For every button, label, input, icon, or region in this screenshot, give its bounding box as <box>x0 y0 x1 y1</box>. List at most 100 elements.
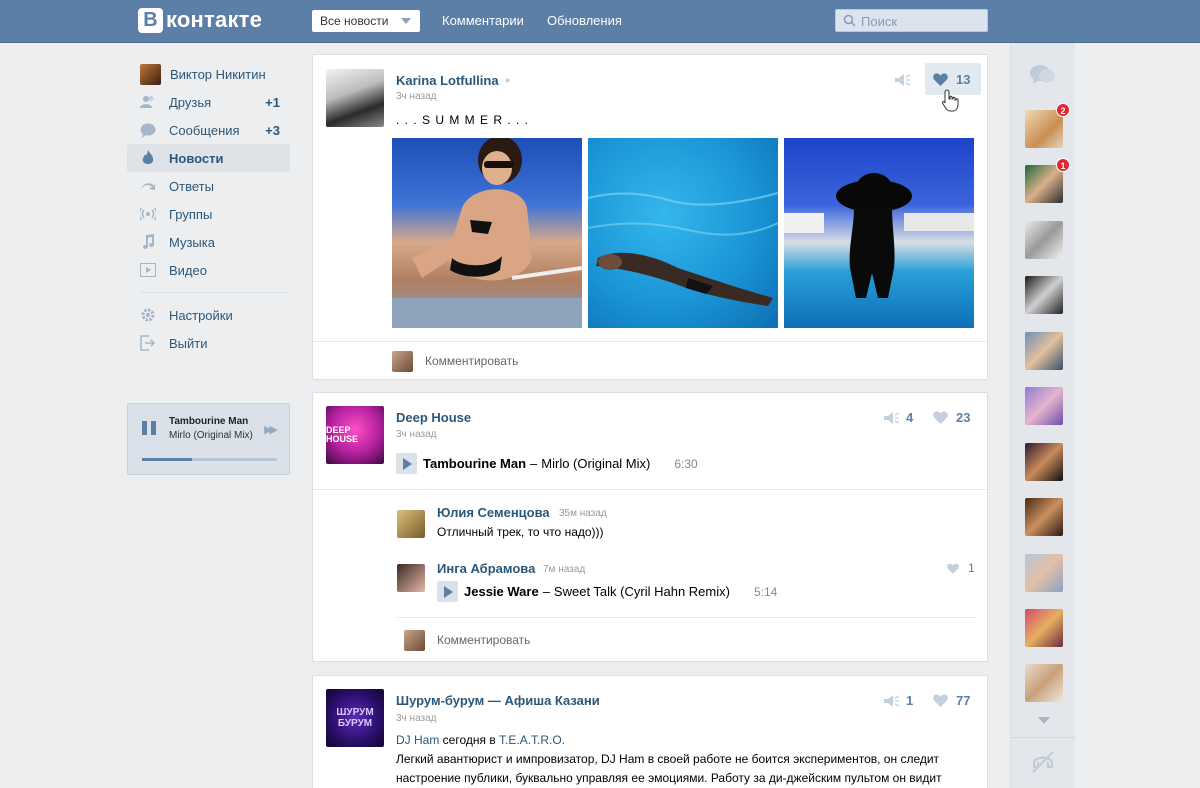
post-text: . . . S U M M E R . . . <box>396 113 530 127</box>
repost-button[interactable]: 1 <box>884 693 913 708</box>
comment-link[interactable]: Комментировать <box>437 633 530 647</box>
track-title: Sweet Talk (Cyril Hahn Remix) <box>553 584 730 599</box>
sidebar-item-label: Новости <box>169 150 224 166</box>
post-author-avatar[interactable] <box>326 69 384 127</box>
unread-badge: 2 <box>1056 103 1070 117</box>
post-text-line-3: настроение публики, буквально управляя е… <box>396 771 942 785</box>
sidebar-item-news[interactable]: Новости <box>127 144 290 172</box>
track-title: Mirlo (Original Mix) <box>541 456 651 471</box>
comment-author[interactable]: Инга Абрамова <box>437 561 535 576</box>
chat-contact-avatar[interactable] <box>1025 276 1063 314</box>
comment-like-count: 1 <box>968 561 975 575</box>
chat-contact-avatar[interactable] <box>1025 498 1063 536</box>
sidebar-item-video[interactable]: Видео <box>127 256 290 284</box>
heart-icon <box>933 411 948 424</box>
post-author-avatar[interactable]: DEEP HOUSE <box>326 406 384 464</box>
comment-like-button[interactable]: 1 <box>947 561 975 575</box>
like-count: 13 <box>956 72 971 87</box>
post-author-name[interactable]: Karina Lotfullina <box>396 73 499 88</box>
news-filter-select[interactable]: Все новости <box>312 10 420 32</box>
chat-contact-avatar[interactable] <box>1025 664 1063 702</box>
like-button[interactable]: 77 <box>933 693 970 708</box>
track-duration: 5:14 <box>753 584 778 599</box>
play-icon <box>444 585 453 598</box>
post-time[interactable]: 3ч назад <box>396 713 437 724</box>
repost-count: 4 <box>906 410 914 425</box>
comment-author[interactable]: Юлия Семенцова <box>437 505 550 520</box>
avatar[interactable] <box>397 564 425 592</box>
chat-contact-avatar[interactable] <box>1025 110 1063 148</box>
post-author-name[interactable]: Deep House <box>396 410 471 425</box>
pause-icon[interactable] <box>142 421 158 435</box>
sidebar-item-logout[interactable]: Выйти <box>127 329 290 357</box>
sidebar-divider <box>140 292 290 293</box>
sidebar-item-label: Ответы <box>169 178 214 194</box>
nav-comments[interactable]: Комментарии <box>442 13 524 28</box>
nav-updates[interactable]: Обновления <box>547 13 622 28</box>
chevron-down-icon <box>401 18 411 24</box>
track-artist[interactable]: Jessie Ware <box>464 584 539 599</box>
sidebar-item-label: Настройки <box>169 307 233 323</box>
search-input[interactable]: Поиск <box>835 9 988 32</box>
player-progress-bar[interactable] <box>142 458 277 461</box>
avatar-deep-house-text: DEEP HOUSE <box>326 425 359 444</box>
chat-contact-avatar[interactable] <box>1025 443 1063 481</box>
sidebar-item-label: Группы <box>169 206 213 222</box>
sidebar-item-profile[interactable]: Виктор Никитин <box>127 60 290 88</box>
post-time[interactable]: 3ч назад <box>396 429 437 440</box>
sidebar-item-groups[interactable]: Группы <box>127 200 290 228</box>
sidebar-item-label: Сообщения <box>169 122 240 138</box>
next-track-icon[interactable]: ▶▶ <box>264 423 278 436</box>
news-filter-value: Все новости <box>320 14 389 28</box>
comment-link[interactable]: Комментировать <box>425 354 518 368</box>
vk-logo[interactable]: В контакте <box>138 7 262 33</box>
post-author-avatar[interactable]: ШУРУМ БУРУМ <box>326 689 384 747</box>
messages-counter: +3 <box>265 122 280 138</box>
search-icon <box>843 14 856 27</box>
sidebar-item-friends[interactable]: Друзья +1 <box>127 88 290 116</box>
post-photo-3[interactable] <box>784 138 974 328</box>
post-photo-1[interactable] <box>392 138 582 328</box>
post-text-line-1: DJ Ham сегодня в T.E.A.T.R.O. <box>396 733 565 747</box>
post-author-name[interactable]: Шурум-бурум — Афиша Казани <box>396 693 600 708</box>
post-time[interactable]: 3ч назад <box>396 91 437 102</box>
venue-link[interactable]: T.E.A.T.R.O. <box>499 733 565 747</box>
feed-post: DEEP HOUSE Deep House 3ч назад 4 23 Tamb… <box>312 392 988 662</box>
gear-icon <box>140 307 156 323</box>
avatar[interactable] <box>397 510 425 538</box>
sidebar-item-answers[interactable]: Ответы <box>127 172 290 200</box>
broadcast-icon <box>140 206 156 222</box>
sidebar-item-music[interactable]: Музыка <box>127 228 290 256</box>
search-placeholder: Поиск <box>861 14 898 29</box>
sidebar-item-settings[interactable]: Настройки <box>127 301 290 329</box>
photo-woman-bikini-icon <box>392 138 582 328</box>
chevron-down-icon[interactable] <box>1038 717 1050 724</box>
dj-link[interactable]: DJ Ham <box>396 733 439 747</box>
repost-icon[interactable] <box>895 73 911 90</box>
repost-icon <box>884 694 900 707</box>
play-button[interactable] <box>437 581 458 602</box>
post-text-line-2: Легкий авантюрист и импровизатор, DJ Ham… <box>396 752 940 766</box>
track-artist[interactable]: Tambourine Man <box>423 456 526 471</box>
post-photo-2[interactable] <box>588 138 778 328</box>
sidebar-item-messages[interactable]: Сообщения +3 <box>127 116 290 144</box>
avatar <box>392 351 413 372</box>
chat-contact-avatar[interactable] <box>1025 332 1063 370</box>
feed-post: Karina Lotfullina ● 3ч назад . . . S U M… <box>312 54 988 380</box>
repost-button[interactable]: 4 <box>884 410 913 425</box>
mute-sound-icon[interactable] <box>1030 750 1056 777</box>
chat-contact-avatar[interactable] <box>1025 387 1063 425</box>
heart-icon <box>933 73 948 86</box>
chat-contact-avatar[interactable] <box>1025 554 1063 592</box>
like-button[interactable]: 23 <box>933 410 970 425</box>
comment-time[interactable]: 35м назад <box>559 508 607 519</box>
photo-floating-woman-icon <box>588 192 778 306</box>
chat-contact-avatar[interactable] <box>1025 609 1063 647</box>
play-button[interactable] <box>396 453 417 474</box>
comment-time[interactable]: 7м назад <box>543 564 585 575</box>
chat-contact-avatar[interactable] <box>1025 165 1063 203</box>
track-duration: 6:30 <box>674 456 698 471</box>
chat-bubbles-icon[interactable] <box>1030 64 1056 89</box>
player-track-subtitle: Mirlo (Original Mix) <box>169 430 253 441</box>
chat-contact-avatar[interactable] <box>1025 221 1063 259</box>
